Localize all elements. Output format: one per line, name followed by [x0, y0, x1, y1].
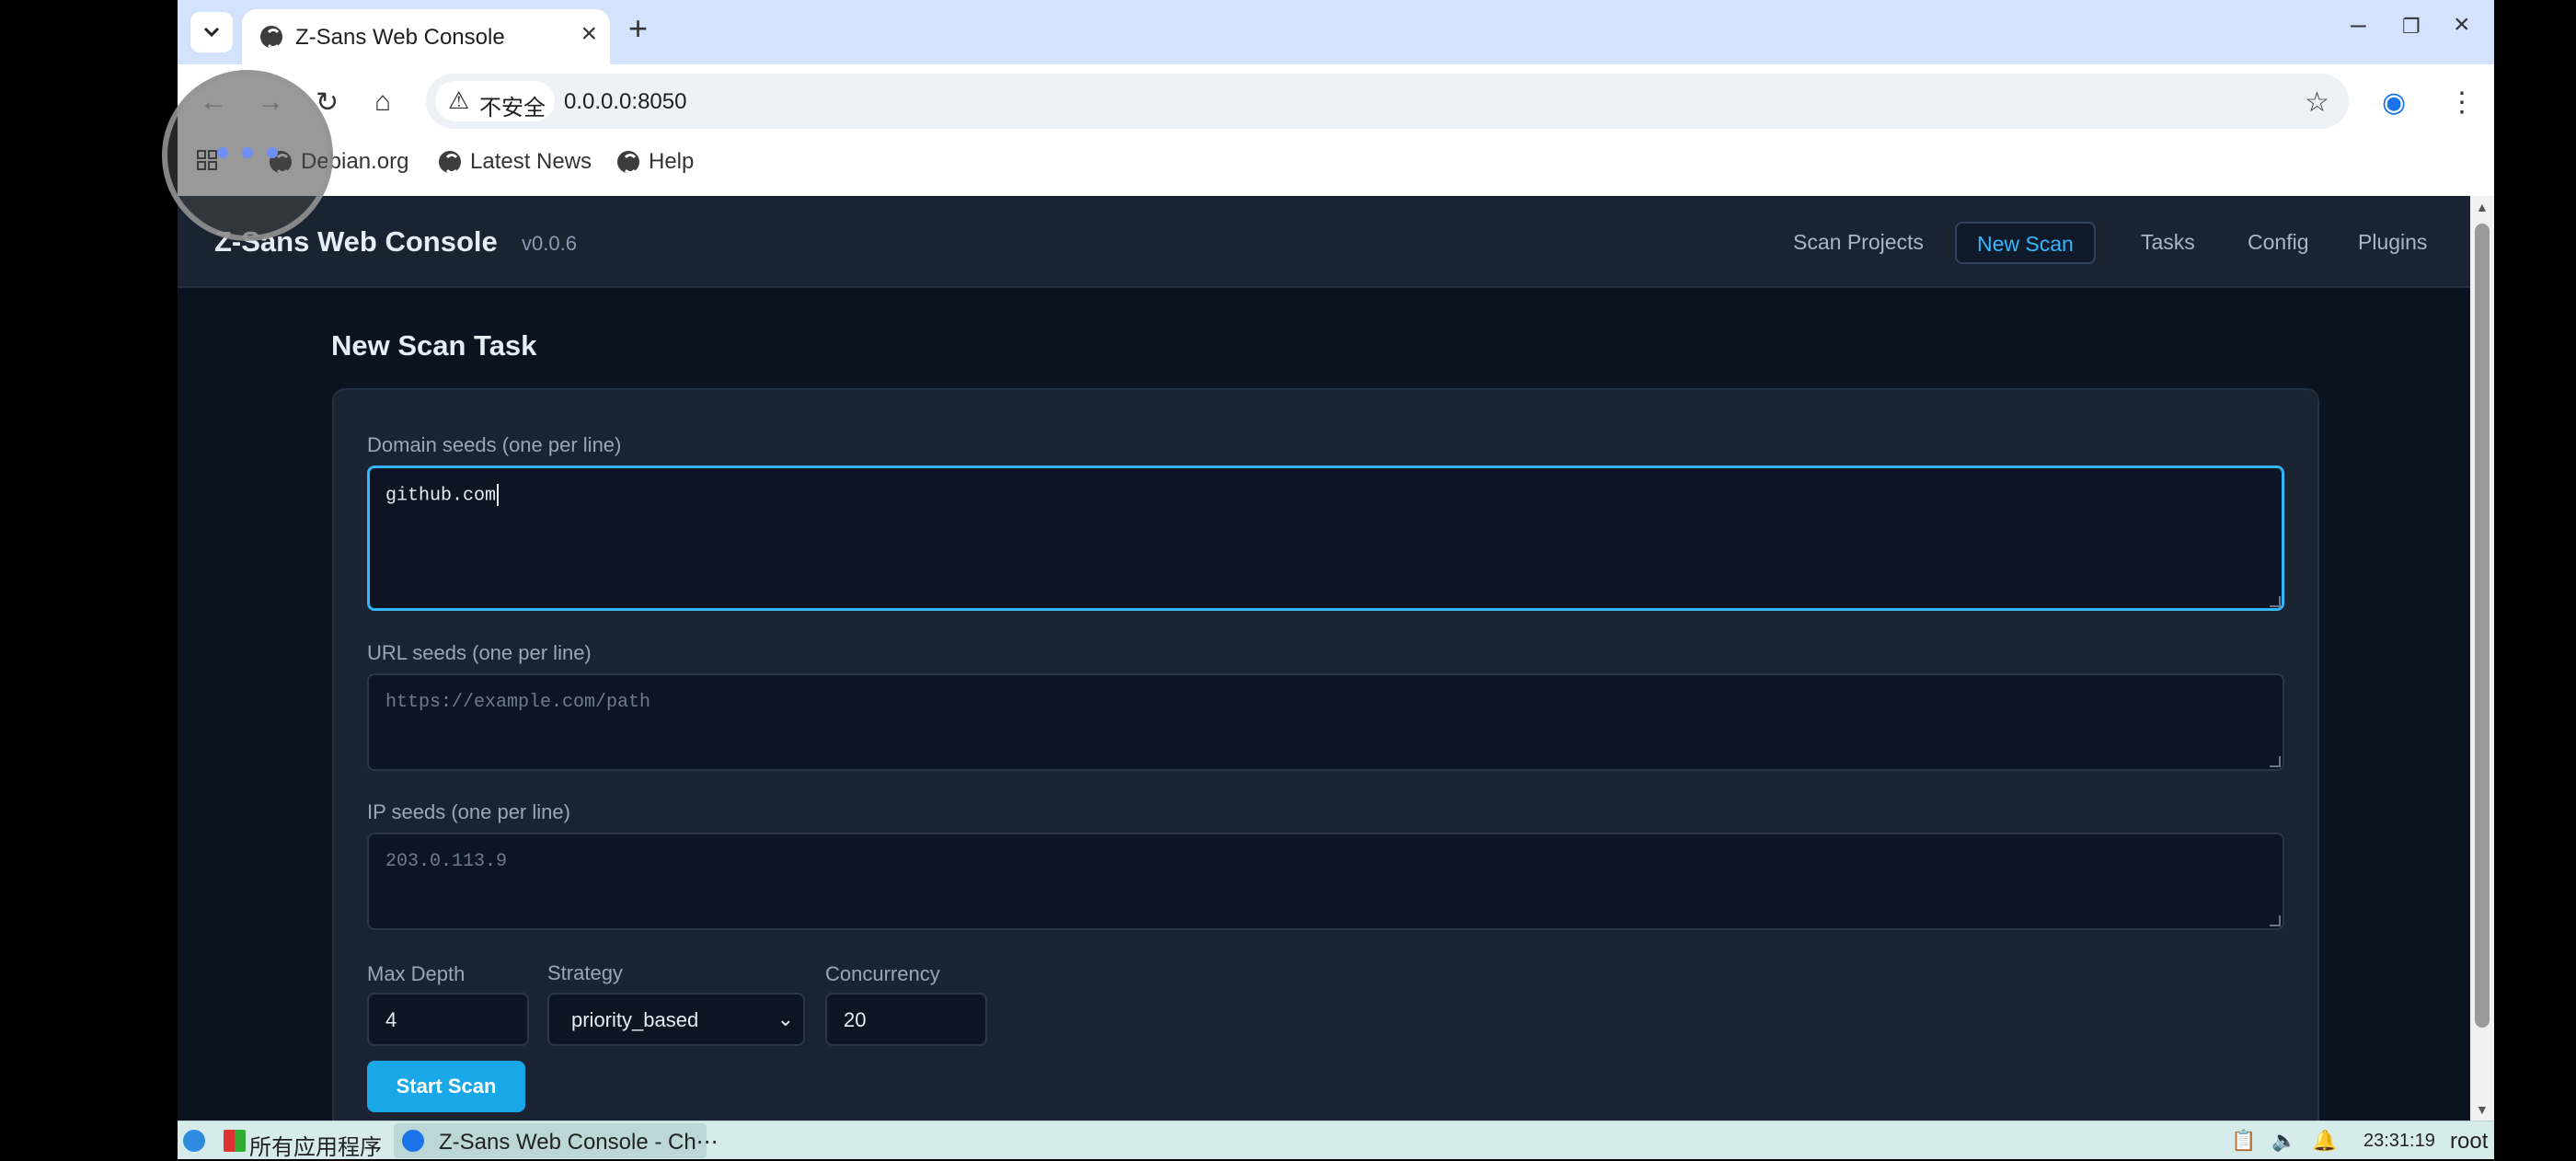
tab-active[interactable]: Z-Sans Web Console ×	[242, 9, 610, 64]
page-content: Z-Sans Web Console v0.0.6 Scan Projects …	[178, 196, 2470, 1121]
concurrency-input[interactable]: 20	[825, 993, 987, 1046]
url-seeds-placeholder: https://example.com/path	[385, 692, 651, 713]
domain-seeds-value: github.com	[385, 485, 497, 507]
bookmark-help[interactable]: Help	[617, 149, 694, 175]
close-window-icon[interactable]: ×	[2454, 9, 2470, 40]
url-seeds-textarea[interactable]: https://example.com/path	[367, 673, 2284, 771]
globe-icon	[439, 151, 461, 174]
notification-icon[interactable]: 🔔	[2312, 1129, 2337, 1153]
close-tab-icon[interactable]: ×	[581, 18, 597, 50]
tab-title: Z-Sans Web Console	[295, 25, 505, 50]
resize-handle-icon[interactable]	[2270, 596, 2281, 607]
menu-icon[interactable]: ⋮	[2448, 86, 2476, 119]
app-header: Z-Sans Web Console v0.0.6 Scan Projects …	[178, 196, 2470, 288]
chrome-icon	[402, 1130, 424, 1152]
user-label: root	[2450, 1129, 2489, 1154]
ip-seeds-label: IP seeds (one per line)	[367, 800, 570, 823]
restore-icon[interactable]: ❐	[2402, 15, 2421, 39]
app-version: v0.0.6	[522, 232, 577, 255]
nav-scan-projects[interactable]: Scan Projects	[1773, 222, 1944, 264]
concurrency-label: Concurrency	[825, 962, 940, 985]
nav-new-scan[interactable]: New Scan	[1955, 222, 2096, 264]
browser-window: Z-Sans Web Console × + – ❐ × ← → ↻ ⌂ ⚠ 不…	[178, 0, 2494, 1121]
scroll-down-icon[interactable]: ▼	[2476, 1102, 2489, 1117]
new-tab-button[interactable]: +	[628, 9, 648, 48]
nav-tasks[interactable]: Tasks	[2121, 222, 2215, 264]
all-apps-label[interactable]: 所有应用程序	[249, 1129, 382, 1161]
loading-dots-icon	[217, 146, 292, 163]
screen: Z-Sans Web Console × + – ❐ × ← → ↻ ⌂ ⚠ 不…	[0, 0, 2576, 1161]
url-seeds-label: URL seeds (one per line)	[367, 641, 592, 664]
domain-seeds-label: Domain seeds (one per line)	[367, 433, 622, 456]
volume-icon[interactable]: 🔈	[2271, 1129, 2296, 1153]
nav-config[interactable]: Config	[2227, 222, 2329, 264]
page-title: New Scan Task	[331, 329, 537, 362]
taskbar: 所有应用程序 Z-Sans Web Console - Ch⋯ 📋 🔈 🔔 23…	[178, 1121, 2494, 1161]
start-scan-button[interactable]: Start Scan	[367, 1061, 525, 1112]
tab-strip: Z-Sans Web Console × + – ❐ ×	[178, 0, 2494, 64]
clipboard-icon[interactable]: 📋	[2231, 1129, 2256, 1153]
max-depth-input[interactable]: 4	[367, 993, 529, 1046]
tab-search-button[interactable]	[190, 12, 233, 52]
apps-menu-icon[interactable]	[224, 1130, 246, 1152]
bookmarks-bar: Debian.org Latest News Help	[178, 138, 2494, 195]
resize-handle-icon[interactable]	[2270, 756, 2281, 767]
strategy-label: Strategy	[547, 961, 623, 984]
minimize-icon[interactable]: –	[2351, 9, 2366, 40]
scrollbar[interactable]: ▲ ▼	[2470, 196, 2494, 1121]
security-label: 不安全	[479, 96, 546, 121]
bookmark-label: Latest News	[470, 149, 592, 174]
security-chip[interactable]: ⚠ 不安全	[435, 81, 555, 121]
bookmark-latest-news[interactable]: Latest News	[439, 149, 592, 175]
chevron-down-icon	[203, 27, 220, 38]
address-bar[interactable]: ⚠ 不安全 0.0.0.0:8050	[426, 74, 2349, 129]
resize-handle-icon[interactable]	[2270, 915, 2281, 926]
max-depth-label: Max Depth	[367, 962, 466, 985]
home-icon[interactable]: ⌂	[374, 86, 391, 118]
strategy-value: priority_based	[571, 1008, 699, 1031]
profile-icon[interactable]: ◉	[2382, 86, 2406, 119]
ip-seeds-placeholder: 203.0.113.9	[385, 851, 508, 872]
taskbar-window-label: Z-Sans Web Console - Ch⋯	[439, 1130, 719, 1155]
ip-seeds-textarea[interactable]: 203.0.113.9	[367, 833, 2284, 930]
max-depth-value: 4	[385, 1008, 397, 1031]
globe-icon	[260, 26, 282, 49]
browser-toolbar: ← → ↻ ⌂ ⚠ 不安全 0.0.0.0:8050 ☆ ◉ ⋮	[178, 64, 2494, 138]
text-caret	[497, 484, 500, 506]
warning-icon: ⚠	[448, 86, 470, 114]
bookmark-label: Help	[649, 149, 695, 174]
start-menu-icon[interactable]	[183, 1130, 205, 1152]
globe-icon	[617, 151, 639, 174]
clock: 23:31:19	[2363, 1131, 2435, 1151]
nav-plugins[interactable]: Plugins	[2338, 222, 2447, 264]
chevron-down-icon: ⌄	[776, 1007, 794, 1030]
star-icon[interactable]: ☆	[2305, 86, 2329, 119]
scroll-up-icon[interactable]: ▲	[2476, 200, 2489, 214]
scrollbar-thumb[interactable]	[2475, 224, 2490, 1028]
scan-form-card: Domain seeds (one per line) github.com U…	[332, 388, 2319, 1121]
domain-seeds-textarea[interactable]: github.com	[367, 466, 2284, 611]
strategy-select[interactable]: priority_based ⌄	[547, 993, 805, 1046]
url-text[interactable]: 0.0.0.0:8050	[564, 89, 686, 115]
concurrency-value: 20	[844, 1008, 867, 1031]
